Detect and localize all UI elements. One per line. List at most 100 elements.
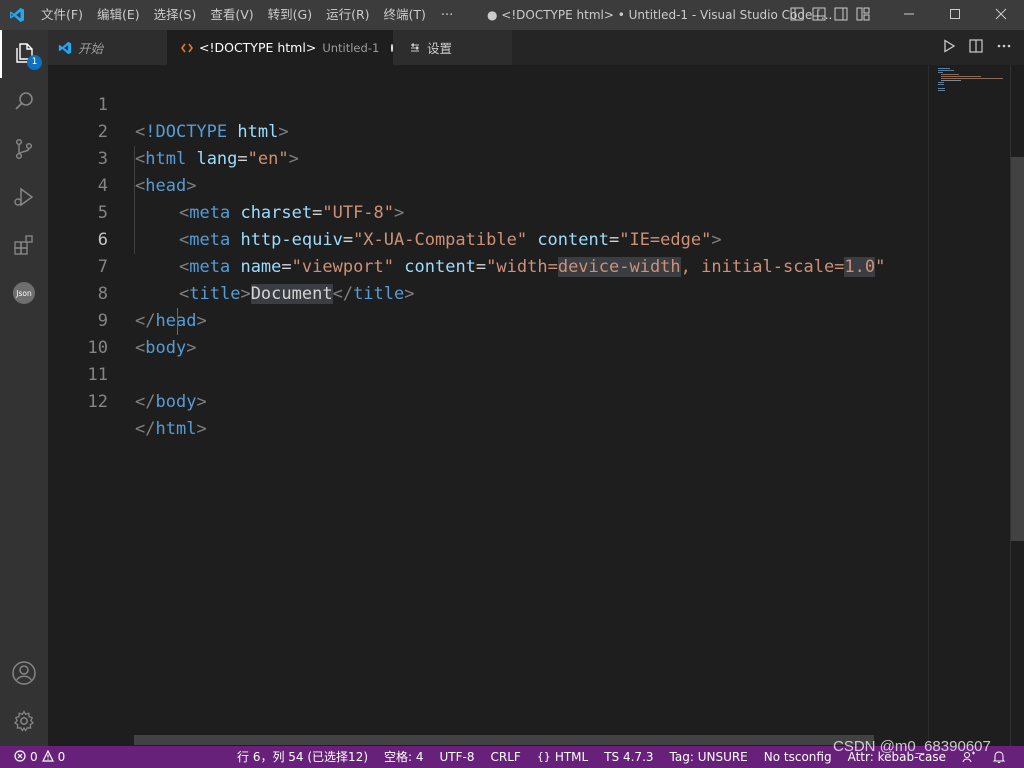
vscode-logo-icon bbox=[0, 0, 34, 30]
tab-settings-label: 设置 bbox=[427, 41, 453, 56]
minimap-preview bbox=[938, 68, 1003, 91]
menu-edit[interactable]: 编辑(E) bbox=[90, 0, 147, 30]
status-indentation[interactable]: 空格: 4 bbox=[376, 746, 432, 768]
run-debug-icon bbox=[12, 185, 36, 212]
explorer-badge: 1 bbox=[27, 55, 42, 70]
status-encoding[interactable]: UTF-8 bbox=[432, 746, 483, 768]
code-line: 4 <meta charset="UTF-8"> bbox=[48, 146, 928, 223]
tab-welcome[interactable]: 开始 bbox=[48, 30, 167, 65]
editor-tab-bar: 开始 <!DOCTYPE html> Untitled-1 设置 bbox=[48, 30, 1024, 65]
menu-more-button[interactable]: ··· bbox=[433, 8, 461, 23]
menu-terminal[interactable]: 终端(T) bbox=[377, 0, 433, 30]
svg-text:Json: Json bbox=[15, 289, 32, 298]
editor-actions bbox=[942, 30, 1012, 65]
toggle-panel-icon[interactable] bbox=[811, 6, 827, 25]
warning-count: 0 bbox=[57, 750, 66, 764]
toggle-primary-sidebar-icon[interactable] bbox=[789, 6, 805, 25]
vscode-icon bbox=[58, 41, 72, 55]
close-icon bbox=[995, 8, 1007, 23]
menu-bar: 文件(F) 编辑(E) 选择(S) 查看(V) 转到(G) 运行(R) 终端(T… bbox=[34, 0, 461, 30]
activity-extensions[interactable] bbox=[0, 222, 48, 270]
text-cursor bbox=[177, 308, 178, 335]
code-line: 2 <html lang="en"> bbox=[48, 92, 928, 169]
account-icon bbox=[11, 660, 37, 689]
menu-go[interactable]: 转到(G) bbox=[261, 0, 319, 30]
status-tsconfig[interactable]: No tsconfig bbox=[756, 746, 840, 768]
json-icon: Json bbox=[12, 281, 36, 308]
minimize-button[interactable] bbox=[886, 0, 932, 30]
activity-json[interactable]: Json bbox=[0, 270, 48, 318]
tab-untitled-1-label: <!DOCTYPE html> bbox=[199, 40, 317, 55]
error-icon bbox=[14, 749, 26, 765]
braces-icon: {} bbox=[536, 750, 551, 763]
activity-source-control[interactable] bbox=[0, 126, 48, 174]
minimize-icon bbox=[903, 8, 915, 23]
error-count: 0 bbox=[30, 750, 38, 764]
watermark-text: CSDN @m0_68390607 bbox=[833, 738, 991, 755]
menu-file[interactable]: 文件(F) bbox=[34, 0, 90, 30]
code-token: body bbox=[155, 392, 197, 412]
status-cursor-position[interactable]: 行 6，列 54 (已选择12) bbox=[229, 746, 376, 768]
menu-selection[interactable]: 选择(S) bbox=[147, 0, 204, 30]
maximize-icon bbox=[949, 8, 961, 23]
code-line: 11 </body> bbox=[48, 335, 928, 412]
activity-search[interactable] bbox=[0, 78, 48, 126]
tab-untitled-1-description: Untitled-1 bbox=[322, 40, 380, 55]
code-editor[interactable]: 1 <!DOCTYPE html> 2 <html lang="en"> 3 <… bbox=[48, 65, 928, 746]
code-line-current: 6 <meta name="viewport" content="width=d… bbox=[48, 200, 928, 277]
horizontal-scrollbar-thumb[interactable] bbox=[134, 735, 874, 745]
vertical-scrollbar-thumb[interactable] bbox=[1011, 157, 1024, 541]
customize-layout-icon[interactable] bbox=[855, 6, 871, 25]
layout-controls bbox=[789, 0, 871, 30]
code-token: html bbox=[155, 419, 197, 439]
code-token: </ bbox=[135, 392, 156, 412]
source-control-icon bbox=[12, 137, 36, 164]
code-line: 7 <title>Document</title> bbox=[48, 227, 928, 304]
status-eol[interactable]: CRLF bbox=[483, 746, 529, 768]
activity-run-debug[interactable] bbox=[0, 174, 48, 222]
code-line: 12 </html> bbox=[48, 362, 928, 439]
settings-list-icon bbox=[409, 42, 421, 54]
status-language[interactable]: {} HTML bbox=[529, 746, 596, 768]
maximize-button[interactable] bbox=[932, 0, 978, 30]
warning-icon bbox=[41, 749, 54, 765]
activity-bar: 1 Json bbox=[0, 30, 48, 746]
toggle-secondary-sidebar-icon[interactable] bbox=[833, 6, 849, 25]
extensions-icon bbox=[12, 233, 36, 260]
code-line: 3 <head> bbox=[48, 119, 928, 196]
line-code: </body> bbox=[135, 389, 207, 416]
search-icon bbox=[12, 89, 36, 116]
activity-manage[interactable] bbox=[0, 698, 48, 746]
code-line: 8 </head> bbox=[48, 254, 928, 331]
close-button[interactable] bbox=[978, 0, 1024, 30]
activity-accounts[interactable] bbox=[0, 650, 48, 698]
more-actions-icon[interactable] bbox=[996, 38, 1012, 57]
status-language-label: HTML bbox=[554, 750, 589, 764]
window-title: ● <!DOCTYPE html> • Untitled-1 - Visual … bbox=[487, 8, 833, 22]
split-editor-icon[interactable] bbox=[968, 38, 984, 57]
code-line: 1 <!DOCTYPE html> bbox=[48, 65, 928, 142]
code-token: </ bbox=[135, 419, 156, 439]
tab-untitled-1[interactable]: <!DOCTYPE html> Untitled-1 bbox=[167, 30, 393, 65]
vertical-scrollbar[interactable] bbox=[1010, 65, 1024, 746]
gear-icon bbox=[12, 709, 36, 736]
status-ts-version[interactable]: TS 4.7.3 bbox=[596, 746, 661, 768]
window-controls bbox=[886, 0, 1024, 30]
status-problems[interactable]: 0 0 bbox=[14, 746, 65, 768]
line-code: </html> bbox=[135, 416, 207, 443]
code-token: > bbox=[196, 392, 207, 412]
status-tag[interactable]: Tag: UNSURE bbox=[662, 746, 756, 768]
minimap[interactable] bbox=[928, 65, 1011, 746]
code-line: 9 <body> bbox=[48, 281, 928, 358]
run-icon[interactable] bbox=[942, 39, 956, 56]
code-line: 5 <meta http-equiv="X-UA-Compatible" con… bbox=[48, 173, 928, 250]
html-icon bbox=[181, 42, 193, 54]
menu-view[interactable]: 查看(V) bbox=[203, 0, 260, 30]
activity-explorer[interactable]: 1 bbox=[0, 30, 48, 78]
code-token: > bbox=[196, 419, 207, 439]
menu-run[interactable]: 运行(R) bbox=[319, 0, 376, 30]
tab-welcome-label: 开始 bbox=[78, 41, 104, 56]
tab-settings[interactable]: 设置 bbox=[393, 30, 512, 65]
line-number: 12 bbox=[87, 392, 108, 412]
title-bar: 文件(F) 编辑(E) 选择(S) 查看(V) 转到(G) 运行(R) 终端(T… bbox=[0, 0, 1024, 30]
